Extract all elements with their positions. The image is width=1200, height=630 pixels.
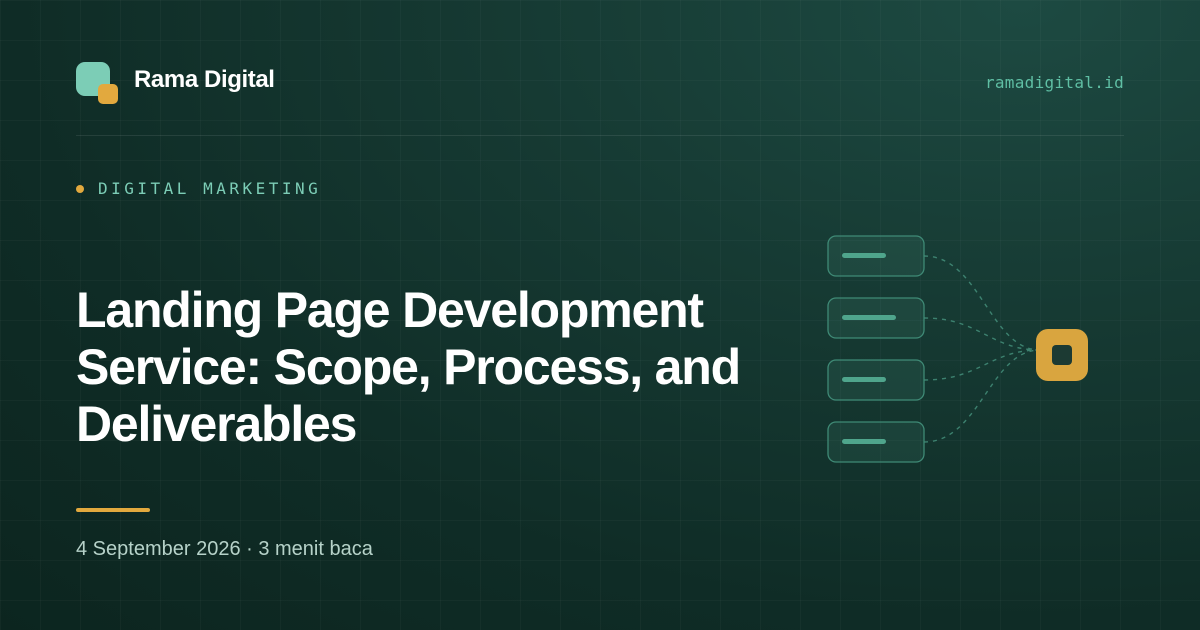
- content-block-icon: [827, 235, 925, 277]
- meta-separator: ·: [240, 538, 259, 560]
- content-block-icon: [827, 421, 925, 463]
- connector-lines: [923, 255, 1041, 443]
- title-line: Service: Scope, Process, and: [76, 339, 741, 395]
- category-dot-icon: [76, 185, 84, 193]
- accent-bar: [76, 508, 150, 512]
- site-url: ramadigital.id: [984, 73, 1124, 92]
- title-line: Deliverables: [76, 396, 357, 452]
- publish-date: 4 September 2026: [76, 538, 241, 560]
- content-block-icon: [827, 359, 925, 401]
- title-line: Landing Page Development: [76, 282, 704, 338]
- article-meta: 4 September 2026 · 3 menit baca: [76, 538, 373, 561]
- process-flow-illustration: [827, 235, 1088, 463]
- category-label: DIGITAL MARKETING: [98, 179, 322, 198]
- article-title: Landing Page Development Service: Scope,…: [76, 282, 796, 453]
- brand-name: Rama Digital: [134, 66, 275, 93]
- read-time: 3 menit baca: [258, 538, 373, 560]
- header-divider: [76, 135, 1124, 136]
- hub-node-icon: [1036, 329, 1088, 381]
- content-block-icon: [827, 297, 925, 339]
- brand-logo-icon: [76, 62, 120, 106]
